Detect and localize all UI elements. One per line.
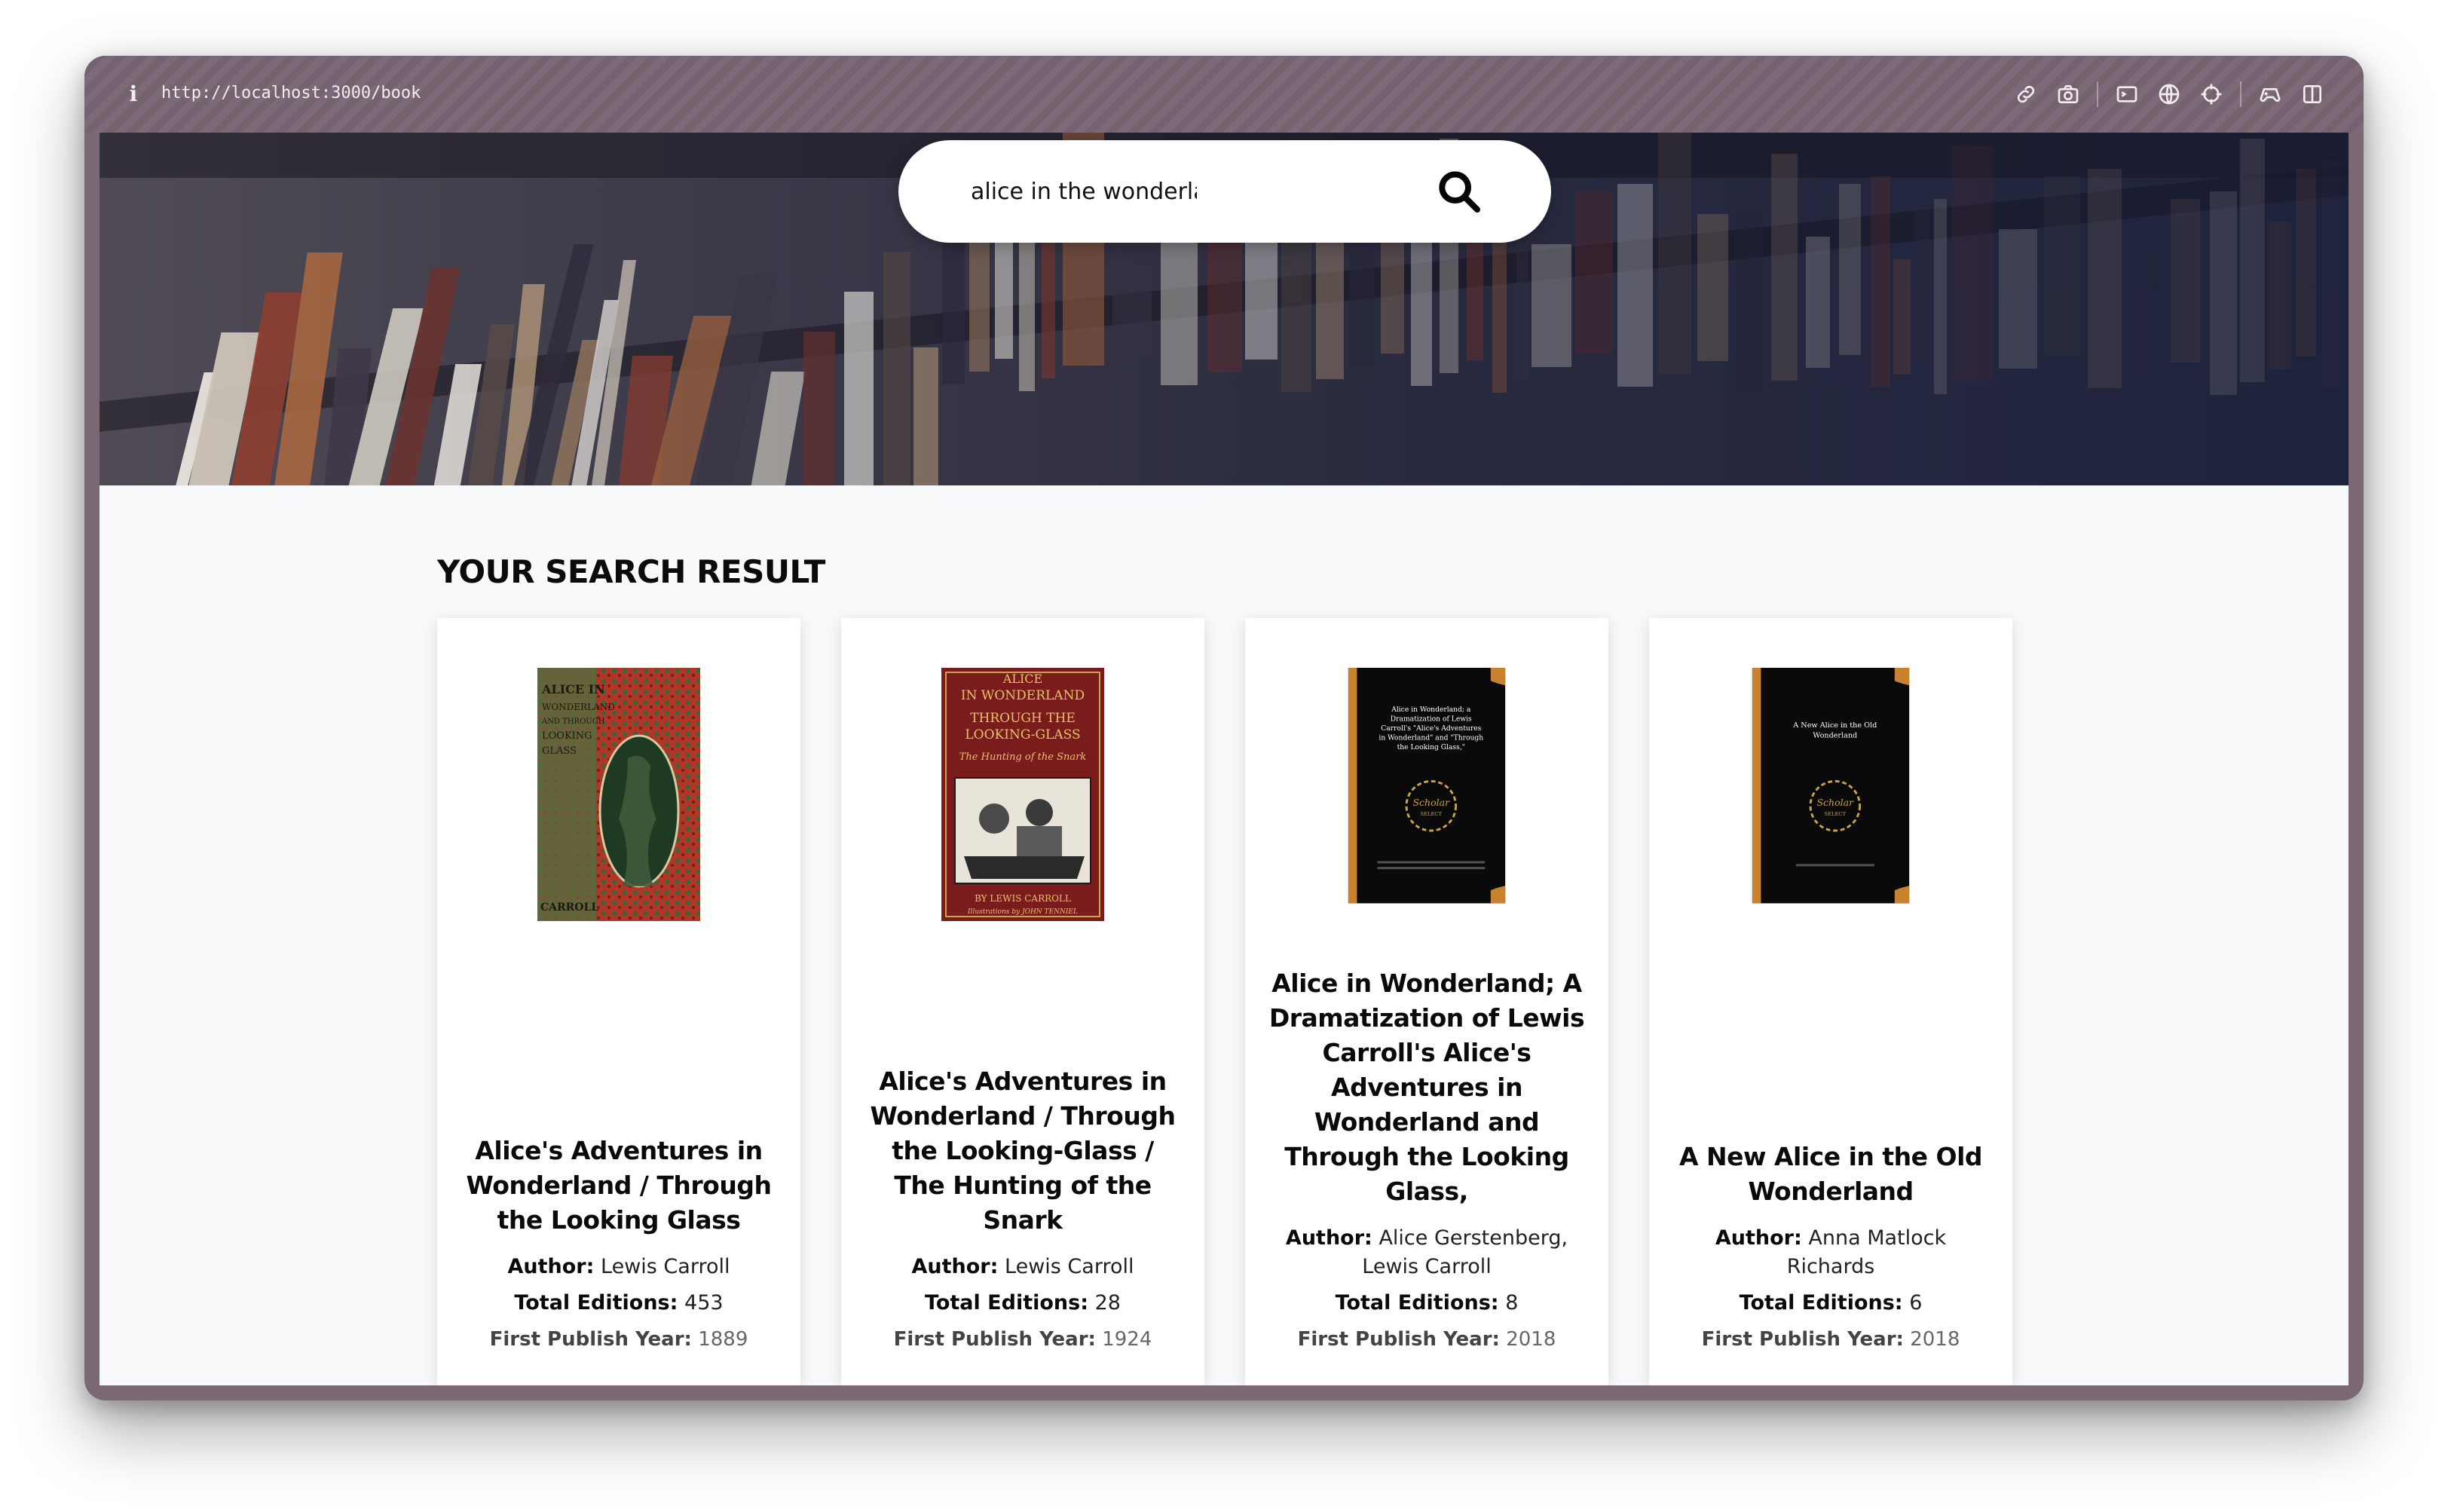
svg-text:Wonderland: Wonderland xyxy=(1813,732,1857,740)
svg-text:CARROLL: CARROLL xyxy=(540,901,598,914)
book-editions: Total Editions: 453 xyxy=(514,1291,724,1315)
book-details: Alice in Wonderland; A Dramatization of … xyxy=(1268,966,1586,1354)
book-editions: Total Editions: 28 xyxy=(925,1291,1121,1315)
toolbar-divider xyxy=(2097,81,2098,107)
book-first-publish-year: First Publish Year: 2018 xyxy=(1701,1328,1960,1351)
book-author: Author: Lewis Carroll xyxy=(507,1255,730,1278)
svg-text:THROUGH THE: THROUGH THE xyxy=(970,711,1076,726)
svg-text:WONDERLAND: WONDERLAND xyxy=(542,702,615,712)
toolbar-divider xyxy=(2240,81,2241,107)
book-title[interactable]: Alice in Wonderland; A Dramatization of … xyxy=(1268,966,1586,1209)
book-first-publish-year: First Publish Year: 2018 xyxy=(1297,1328,1556,1351)
book-details: Alice's Adventures in Wonderland / Throu… xyxy=(864,1064,1182,1354)
svg-text:The Hunting of the Snark: The Hunting of the Snark xyxy=(959,751,1087,763)
book-cover-image: ALICE IN WONDERLAND THROUGH THE LOOKING-… xyxy=(941,668,1104,921)
search-button[interactable] xyxy=(1429,161,1489,222)
svg-text:AND THROUGH: AND THROUGH xyxy=(541,718,605,726)
split-view-icon[interactable] xyxy=(2291,74,2333,115)
browser-toolbar: i http://localhost:3000/book xyxy=(84,56,2364,133)
book-first-publish-year: First Publish Year: 1924 xyxy=(893,1328,1152,1351)
info-icon[interactable]: i xyxy=(122,81,145,107)
book-title[interactable]: Alice's Adventures in Wonderland / Throu… xyxy=(460,1134,778,1238)
book-first-publish-year: First Publish Year: 1889 xyxy=(489,1328,748,1351)
book-title[interactable]: A New Alice in the Old Wonderland xyxy=(1672,1140,1990,1209)
search-bar[interactable] xyxy=(898,140,1551,243)
page-viewport: YOUR SEARCH RESULT xyxy=(99,133,2349,1385)
svg-text:SELECT: SELECT xyxy=(1420,811,1442,817)
book-author: Author: Alice Gerstenberg, Lewis Carroll xyxy=(1285,1226,1568,1278)
svg-text:Dramatization of Lewis: Dramatization of Lewis xyxy=(1391,715,1472,723)
svg-text:Illustrations by JOHN TENNIEL: Illustrations by JOHN TENNIEL xyxy=(967,908,1078,916)
book-author: Author: Anna Matlock Richards xyxy=(1715,1226,1947,1278)
book-editions: Total Editions: 8 xyxy=(1335,1291,1519,1315)
crosshair-icon[interactable] xyxy=(2190,74,2232,115)
browser-window: i http://localhost:3000/book alice in th… xyxy=(84,56,2364,1400)
svg-text:BY LEWIS CARROLL: BY LEWIS CARROLL xyxy=(975,893,1071,904)
link-icon[interactable] xyxy=(2005,74,2047,115)
gamepad-icon[interactable] xyxy=(2249,74,2291,115)
search-icon xyxy=(1439,171,1480,213)
book-title[interactable]: Alice's Adventures in Wonderland / Throu… xyxy=(864,1064,1182,1238)
hero-banner xyxy=(99,133,2349,485)
svg-text:the Looking Glass,": the Looking Glass," xyxy=(1397,743,1465,751)
search-input[interactable] xyxy=(971,166,1197,217)
globe-icon[interactable] xyxy=(2148,74,2190,115)
svg-text:IN WONDERLAND: IN WONDERLAND xyxy=(961,688,1085,703)
address-bar[interactable]: http://localhost:3000/book xyxy=(161,78,421,109)
book-card[interactable]: ALICE IN WONDERLAND THROUGH THE LOOKING-… xyxy=(841,618,1204,1385)
book-card[interactable]: A New Alice in the Old Wonderland Schola… xyxy=(1649,618,2012,1385)
svg-text:Alice in Wonderland; a: Alice in Wonderland; a xyxy=(1391,705,1471,714)
book-author: Author: Lewis Carroll xyxy=(911,1255,1134,1278)
book-cover-image: ALICE IN WONDERLAND AND THROUGH LOOKING … xyxy=(537,668,700,921)
toolbar-icons xyxy=(2005,74,2333,115)
book-card[interactable]: Alice in Wonderland; a Dramatization of … xyxy=(1245,618,1608,1385)
svg-text:Scholar: Scholar xyxy=(1412,797,1450,808)
svg-text:SELECT: SELECT xyxy=(1824,811,1846,817)
svg-text:LOOKING: LOOKING xyxy=(542,730,592,742)
svg-text:Carroll's "Alice's Adventures: Carroll's "Alice's Adventures xyxy=(1381,724,1481,733)
terminal-icon[interactable] xyxy=(2106,74,2148,115)
book-cover-image: Alice in Wonderland; a Dramatization of … xyxy=(1348,668,1506,904)
book-card[interactable]: ALICE IN WONDERLAND AND THROUGH LOOKING … xyxy=(437,618,800,1385)
book-details: Alice's Adventures in Wonderland / Throu… xyxy=(460,1134,778,1354)
svg-text:LOOKING-GLASS: LOOKING-GLASS xyxy=(965,727,1080,742)
camera-icon[interactable] xyxy=(2047,74,2089,115)
svg-text:A New Alice in the Old: A New Alice in the Old xyxy=(1792,721,1877,730)
svg-text:in Wonderland" and "Through: in Wonderland" and "Through xyxy=(1379,733,1483,742)
svg-text:ALICE: ALICE xyxy=(1002,672,1042,686)
book-editions: Total Editions: 6 xyxy=(1739,1291,1923,1315)
book-cover-image: A New Alice in the Old Wonderland Schola… xyxy=(1752,668,1910,904)
svg-text:ALICE IN: ALICE IN xyxy=(541,682,605,696)
svg-text:Scholar: Scholar xyxy=(1816,797,1854,808)
svg-text:GLASS: GLASS xyxy=(542,745,577,757)
book-details: A New Alice in the Old Wonderland Author… xyxy=(1672,1140,1990,1354)
results-heading: YOUR SEARCH RESULT xyxy=(437,553,825,590)
